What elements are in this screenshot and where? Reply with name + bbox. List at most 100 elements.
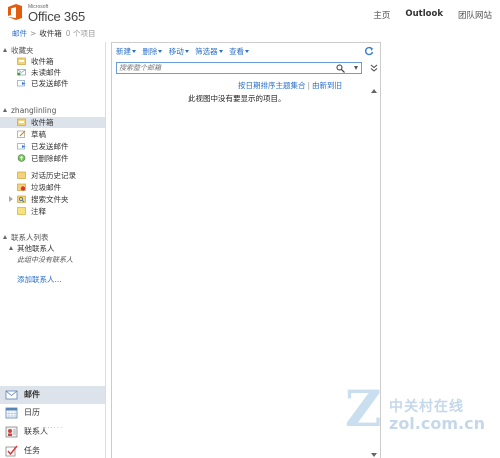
favorite-sent-mail[interactable]: 已发送邮件	[0, 78, 105, 89]
double-chevron-down-icon[interactable]	[370, 64, 378, 72]
mailbox-owner-name: zhanglinling	[11, 106, 57, 115]
search-icon[interactable]	[336, 64, 345, 73]
contacts-list-header[interactable]: 联系人列表	[3, 232, 49, 243]
nav-tasks[interactable]: 任务	[0, 442, 105, 458]
empty-view-message: 此视图中没有要显示的项目。	[188, 94, 286, 103]
other-contacts-group[interactable]: 其他联系人	[9, 243, 55, 254]
collapse-icon	[3, 235, 7, 239]
collapse-icon	[3, 108, 7, 112]
deleted-mail-icon	[17, 154, 26, 162]
add-contact-link[interactable]: 添加联系人...	[17, 274, 62, 285]
office-logo-icon	[8, 4, 22, 20]
folder-junk-mail[interactable]: 垃圾邮件	[0, 182, 105, 193]
breadcrumb-current-folder: 收件箱	[39, 29, 62, 38]
favorite-sent-label: 已发送邮件	[31, 79, 69, 88]
nav-calendar[interactable]: 日历	[0, 404, 105, 422]
nav-contacts[interactable]: 联系人	[0, 423, 105, 441]
inbox-icon	[17, 57, 26, 65]
unread-mail-icon	[17, 69, 26, 76]
zol-watermark: Z 中关村在线 zol.com.cn	[345, 380, 495, 450]
favorite-unread-label: 未读邮件	[31, 68, 61, 77]
delete-button[interactable]: 删除	[142, 47, 163, 56]
chevron-down-icon	[132, 50, 136, 53]
nav-home[interactable]: 主页	[373, 9, 390, 21]
mailbox-header[interactable]: zhanglinling	[3, 106, 56, 115]
folder-conversation-label: 对话历史记录	[31, 171, 76, 180]
calendar-icon	[5, 407, 18, 419]
breadcrumb-separator: >	[30, 29, 37, 38]
scroll-down-icon[interactable]	[371, 453, 377, 457]
office365-logo[interactable]: Microsoft Office 365	[6, 3, 106, 24]
sort-divider: |	[307, 81, 310, 90]
search-scope-dropdown-icon[interactable]	[354, 66, 358, 70]
search-folder-icon	[17, 195, 26, 203]
nav-calendar-label: 日历	[24, 408, 40, 417]
folder-drafts-label: 草稿	[31, 130, 46, 139]
nav-mail[interactable]: 邮件	[0, 386, 105, 404]
conversation-history-icon	[17, 171, 26, 179]
delete-button-label: 删除	[142, 47, 158, 56]
mail-icon	[5, 390, 18, 400]
top-bar: Microsoft Office 365 主页 Outlook 团队网站	[0, 0, 500, 28]
logo-office365-text: Office 365	[28, 9, 86, 24]
tasks-icon	[5, 445, 18, 457]
folder-drafts[interactable]: 草稿	[0, 129, 105, 140]
nav-outlook[interactable]: Outlook	[405, 9, 443, 21]
breadcrumb-mail-link[interactable]: 邮件	[12, 29, 27, 38]
folder-search-folders[interactable]: 搜索文件夹	[0, 194, 105, 205]
folder-notes[interactable]: 注释	[0, 206, 105, 217]
sort-bar: 按日期排序主题集合 | 由新到旧	[238, 80, 342, 91]
move-button[interactable]: 移动	[169, 47, 189, 56]
watermark-logo: Z	[345, 379, 382, 438]
folder-inbox[interactable]: 收件箱	[0, 117, 105, 128]
contacts-list-title: 联系人列表	[11, 233, 49, 242]
chevron-down-icon	[158, 50, 163, 53]
refresh-icon[interactable]	[364, 46, 374, 56]
new-button-label: 新建	[116, 47, 131, 56]
filter-button[interactable]: 筛选器	[195, 47, 223, 56]
chevron-down-icon	[184, 50, 189, 53]
folder-deleted-mail[interactable]: 已删除邮件	[0, 153, 105, 164]
folder-junk-label: 垃圾邮件	[31, 183, 61, 192]
move-button-label: 移动	[168, 47, 184, 56]
folder-search-label: 搜索文件夹	[31, 195, 69, 204]
inbox-icon	[17, 118, 26, 126]
favorite-unread-mail[interactable]: 未读邮件	[0, 67, 105, 78]
nav-team-site[interactable]: 团队网站	[458, 9, 492, 21]
view-button[interactable]: 查看	[229, 47, 250, 56]
watermark-url-text: zol.com.cn	[389, 414, 485, 433]
top-navigation: 主页 Outlook 团队网站	[358, 9, 492, 21]
view-button-label: 查看	[229, 47, 245, 56]
sent-mail-icon	[17, 143, 26, 150]
expand-icon[interactable]	[9, 196, 13, 202]
collapse-icon	[9, 246, 13, 250]
folder-pane: 收藏夹 收件箱 未读邮件 已发送邮件 zhanglinling 收件箱 草稿 已…	[0, 42, 106, 458]
folder-notes-label: 注释	[31, 207, 46, 216]
favorites-title: 收藏夹	[11, 46, 34, 55]
folder-sent-mail[interactable]: 已发送邮件	[0, 141, 105, 152]
favorites-header[interactable]: 收藏夹	[3, 45, 34, 56]
favorite-inbox-label: 收件箱	[31, 57, 54, 66]
sent-mail-icon	[17, 80, 26, 87]
other-contacts-label: 其他联系人	[17, 244, 55, 253]
breadcrumb: 邮件 > 收件箱 0 个项目	[12, 28, 95, 39]
filter-button-label: 筛选器	[195, 47, 218, 56]
drafts-icon	[17, 130, 26, 138]
chevron-down-icon	[245, 50, 250, 53]
contacts-icon	[5, 426, 18, 438]
sort-order-link[interactable]: 由新到旧	[312, 81, 342, 90]
search-box[interactable]	[116, 62, 362, 74]
collapse-icon	[3, 48, 7, 52]
search-input[interactable]	[117, 63, 337, 73]
nav-mail-label: 邮件	[24, 390, 40, 399]
scroll-up-icon[interactable]	[371, 89, 377, 93]
folder-conversation-history[interactable]: 对话历史记录	[0, 170, 105, 181]
nav-contacts-label: 联系人	[24, 427, 48, 436]
message-list-pane: 新建 删除 移动 筛选器 查看 按日期排序主题集合|由新到旧 此视图中没有要显示…	[111, 42, 381, 458]
new-button[interactable]: 新建	[116, 47, 136, 56]
sort-by-link[interactable]: 按日期排序主题集合	[238, 81, 306, 90]
chevron-down-icon	[218, 50, 223, 53]
folder-inbox-label: 收件箱	[31, 118, 54, 127]
favorite-inbox[interactable]: 收件箱	[0, 56, 105, 67]
folder-deleted-label: 已删除邮件	[31, 154, 69, 163]
